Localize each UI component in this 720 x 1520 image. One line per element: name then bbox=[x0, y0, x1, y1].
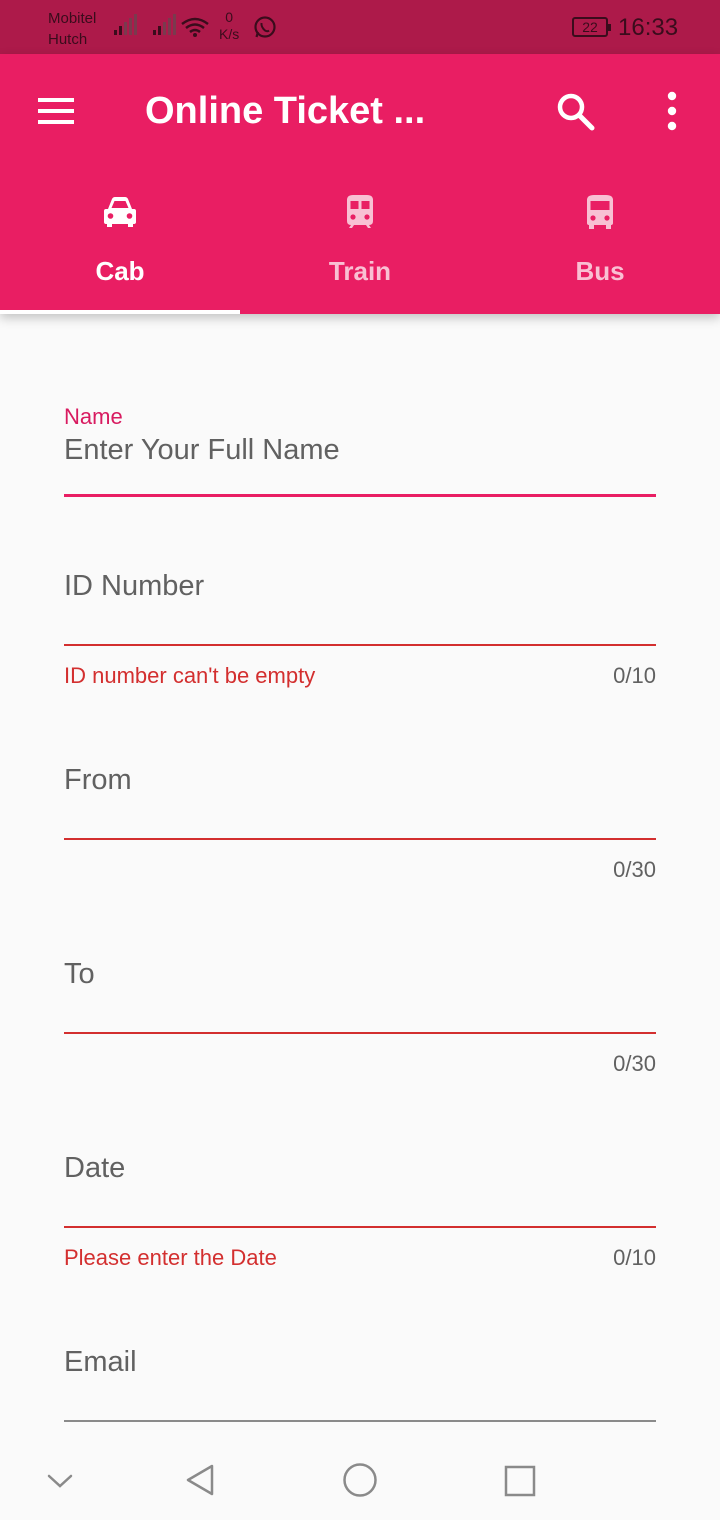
bus-icon bbox=[587, 195, 613, 229]
from-field[interactable]: From 0/30 bbox=[64, 760, 656, 890]
id-number-error: ID number can't be empty bbox=[64, 663, 316, 688]
status-time: 16:33 bbox=[618, 14, 679, 41]
id-number-field[interactable]: ID Number ID number can't be empty 0/10 bbox=[64, 566, 656, 696]
name-field[interactable]: Name Enter Your Full Name bbox=[64, 404, 656, 500]
car-icon bbox=[104, 197, 136, 227]
name-label: Name bbox=[64, 404, 123, 429]
app-bar: Online Ticket ... Cab Train Bus bbox=[0, 54, 720, 314]
email-input[interactable]: Email bbox=[64, 1346, 137, 1379]
date-error: Please enter the Date bbox=[64, 1245, 277, 1270]
from-underline bbox=[64, 838, 656, 840]
signal-1-icon bbox=[114, 14, 137, 35]
tab-label-train: Train bbox=[328, 256, 392, 286]
chevron-down-icon[interactable] bbox=[46, 1472, 74, 1490]
tab-bus[interactable]: Bus bbox=[480, 184, 720, 314]
date-underline bbox=[64, 1226, 656, 1228]
email-field[interactable]: Email bbox=[64, 1342, 656, 1426]
train-icon bbox=[347, 195, 373, 228]
app-title: Online Ticket ... bbox=[145, 90, 426, 132]
id-number-counter: 0/10 bbox=[613, 663, 656, 688]
system-nav-bar bbox=[0, 1442, 720, 1520]
date-field[interactable]: Date Please enter the Date 0/10 bbox=[64, 1148, 656, 1278]
status-bar: Mobitel Hutch 0 K/s 22 16:33 bbox=[0, 0, 720, 54]
home-icon[interactable] bbox=[340, 1460, 380, 1500]
back-icon[interactable] bbox=[182, 1462, 218, 1498]
tab-label-bus: Bus bbox=[575, 256, 625, 286]
signal-2-icon bbox=[153, 14, 176, 35]
network-speed-value: 0 bbox=[225, 9, 234, 25]
network-speed: 0 K/s bbox=[219, 9, 239, 43]
battery-indicator: 22 bbox=[572, 17, 611, 37]
more-vert-icon[interactable] bbox=[660, 88, 684, 134]
from-counter: 0/30 bbox=[613, 857, 656, 882]
carrier-names: Mobitel Hutch bbox=[48, 8, 96, 50]
to-field[interactable]: To 0/30 bbox=[64, 954, 656, 1084]
date-counter: 0/10 bbox=[613, 1245, 656, 1270]
email-underline bbox=[64, 1420, 656, 1422]
tab-train[interactable]: Train bbox=[240, 184, 480, 314]
carrier-1: Mobitel bbox=[48, 10, 97, 27]
tab-cab[interactable]: Cab bbox=[0, 184, 240, 314]
recents-icon[interactable] bbox=[503, 1464, 537, 1498]
name-input[interactable]: Enter Your Full Name bbox=[64, 434, 340, 467]
id-number-input[interactable]: ID Number bbox=[64, 570, 204, 603]
name-underline bbox=[64, 494, 656, 497]
whatsapp-icon bbox=[254, 16, 276, 38]
to-input[interactable]: To bbox=[64, 958, 95, 991]
from-input[interactable]: From bbox=[64, 764, 132, 797]
menu-icon[interactable] bbox=[36, 96, 76, 126]
tab-label-cab: Cab bbox=[95, 256, 145, 286]
wifi-icon bbox=[181, 17, 209, 37]
to-underline bbox=[64, 1032, 656, 1034]
to-counter: 0/30 bbox=[613, 1051, 656, 1076]
network-speed-unit: K/s bbox=[219, 26, 240, 42]
search-icon[interactable] bbox=[552, 88, 598, 134]
carrier-2: Hutch bbox=[48, 31, 88, 48]
tab-indicator bbox=[0, 310, 240, 314]
id-number-underline bbox=[64, 644, 656, 646]
date-input[interactable]: Date bbox=[64, 1152, 125, 1185]
